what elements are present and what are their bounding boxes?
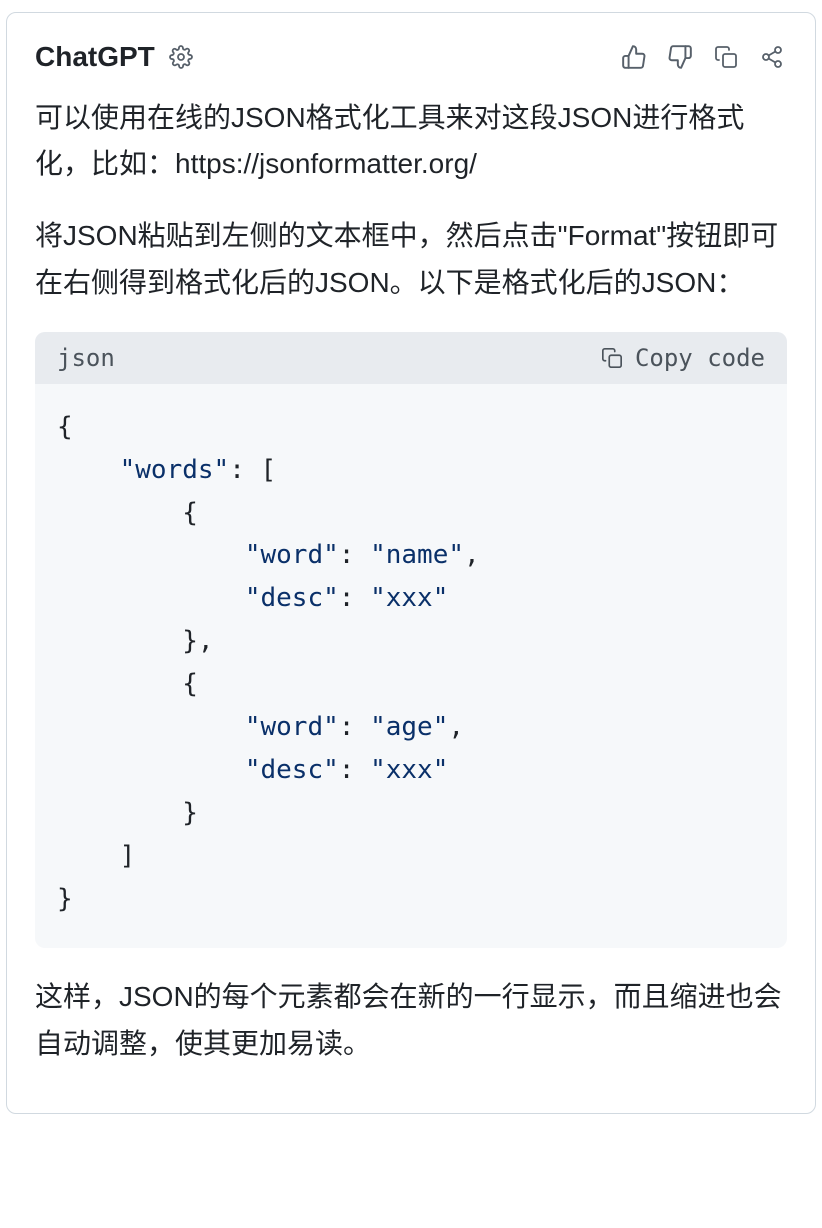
json-key: "desc" <box>245 755 339 785</box>
gear-icon[interactable] <box>165 41 197 73</box>
json-key: "word" <box>245 540 339 570</box>
json-punct: } <box>57 884 73 914</box>
json-key: "words" <box>120 455 230 485</box>
thumbs-down-icon[interactable] <box>665 42 695 72</box>
copy-code-label: Copy code <box>635 344 765 372</box>
json-punct: { <box>57 412 73 442</box>
json-string: "xxx" <box>370 583 448 613</box>
copy-code-icon <box>601 347 623 369</box>
code-body: { "words": [ { "word": "name", "desc": "… <box>35 384 787 949</box>
json-punct: : <box>339 755 370 785</box>
code-header: json Copy code <box>35 332 787 384</box>
message-header: ChatGPT <box>35 41 787 73</box>
code-block: json Copy code { "words": [ { "word": "n… <box>35 332 787 949</box>
json-key: "desc" <box>245 583 339 613</box>
json-string: "age" <box>370 712 448 742</box>
json-punct: } <box>182 798 198 828</box>
json-punct: { <box>182 498 198 528</box>
paragraph-3: 这样，JSON的每个元素都会在新的一行显示，而且缩进也会自动调整，使其更加易读。 <box>35 974 787 1066</box>
copy-code-button[interactable]: Copy code <box>601 344 765 372</box>
header-left: ChatGPT <box>35 41 197 73</box>
json-punct: , <box>464 540 480 570</box>
json-punct: : [ <box>229 455 276 485</box>
json-punct: ] <box>120 841 136 871</box>
bot-name: ChatGPT <box>35 41 155 73</box>
json-punct: : <box>339 540 370 570</box>
code-lang-label: json <box>57 344 115 372</box>
json-string: "xxx" <box>370 755 448 785</box>
json-punct: : <box>339 712 370 742</box>
json-key: "word" <box>245 712 339 742</box>
json-string: "name" <box>370 540 464 570</box>
json-punct: : <box>339 583 370 613</box>
json-punct: , <box>448 712 464 742</box>
json-punct: }, <box>182 626 213 656</box>
json-punct: { <box>182 669 198 699</box>
paragraph-2: 将JSON粘贴到左侧的文本框中，然后点击"Format"按钮即可在右侧得到格式化… <box>35 213 787 305</box>
copy-icon[interactable] <box>711 42 741 72</box>
message-card: ChatGPT <box>6 12 816 1114</box>
paragraph-1: 可以使用在线的JSON格式化工具来对这段JSON进行格式化，比如：https:/… <box>35 95 787 187</box>
header-actions <box>619 42 787 72</box>
share-icon[interactable] <box>757 42 787 72</box>
thumbs-up-icon[interactable] <box>619 42 649 72</box>
